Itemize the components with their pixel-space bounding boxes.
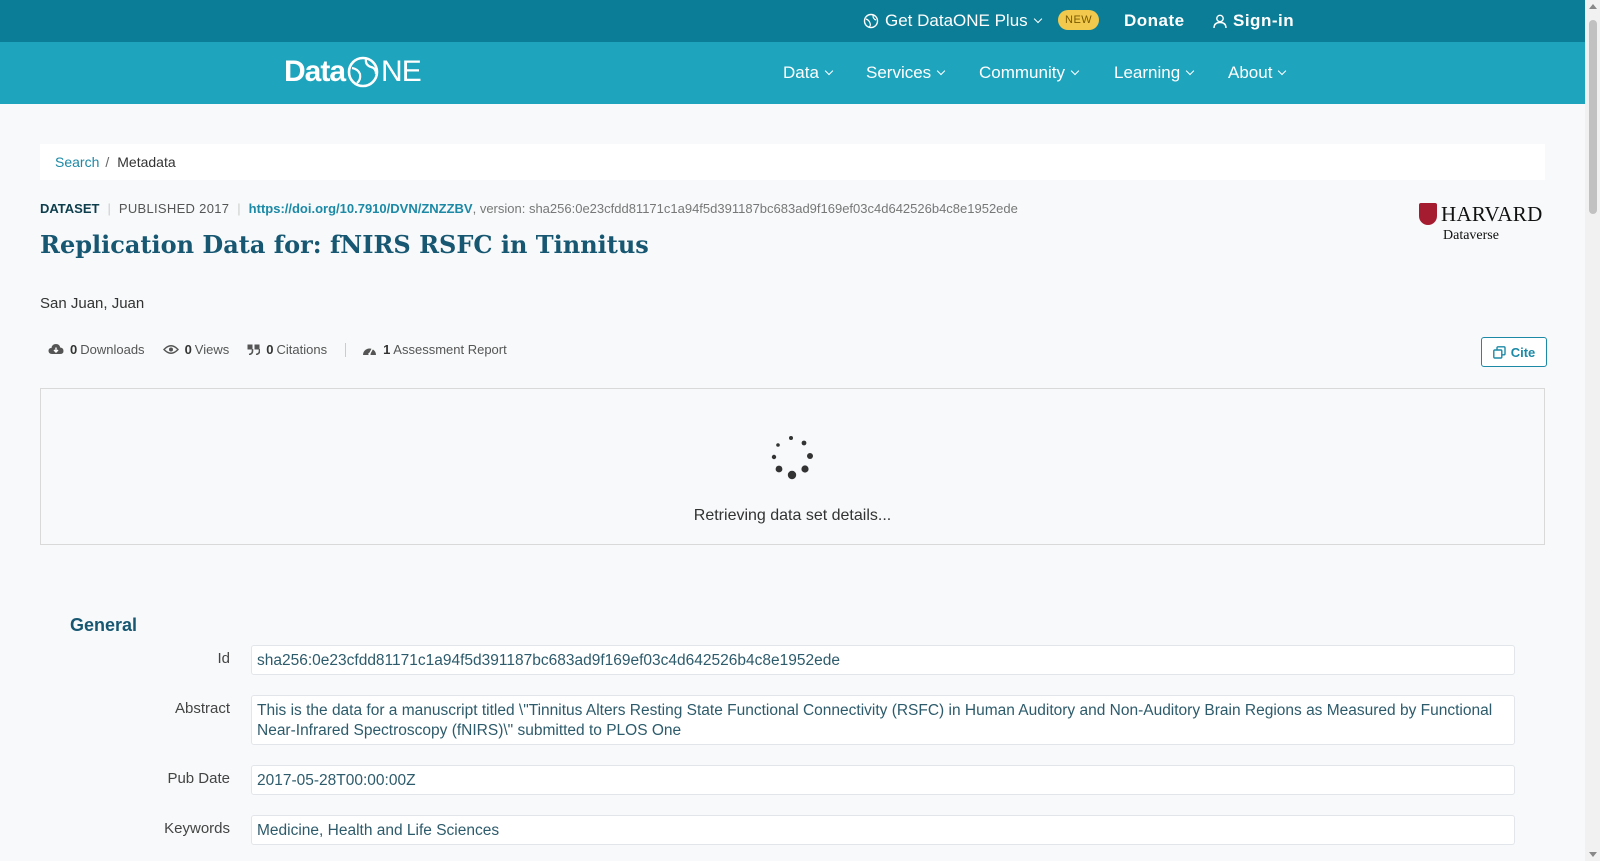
breadcrumb-search-link[interactable]: Search xyxy=(55,154,99,170)
eye-icon xyxy=(162,345,179,354)
keywords-label: Keywords xyxy=(164,820,230,837)
id-value: sha256:0e23cfdd81171c1a94f5d391187bc683a… xyxy=(251,645,1515,675)
page-title: Replication Data for: fNIRS RSFC in Tinn… xyxy=(40,230,649,259)
nav-label: Data xyxy=(783,63,819,82)
downloads-label: Downloads xyxy=(80,342,145,357)
metrics-row: 0 Downloads 0 Views 0 Citations 1 Assess… xyxy=(48,342,525,357)
assessment-label: Assessment Report xyxy=(393,342,507,357)
views-count: 0 xyxy=(184,342,192,357)
get-dataone-plus-label: Get DataONE Plus xyxy=(885,11,1028,30)
donate-link[interactable]: Donate xyxy=(1124,0,1185,42)
cite-button[interactable]: Cite xyxy=(1481,337,1547,367)
logo-text-data: Data xyxy=(284,55,346,88)
downloads-metric[interactable]: 0 Downloads xyxy=(48,342,145,357)
nav-item-data[interactable]: Data xyxy=(783,42,834,104)
nav-item-about[interactable]: About xyxy=(1228,42,1287,104)
cite-label: Cite xyxy=(1510,344,1536,360)
nav-label: About xyxy=(1228,63,1273,82)
pub-date-label: Pub Date xyxy=(167,770,230,787)
globe-plus-icon xyxy=(863,13,879,29)
divider: | xyxy=(237,200,241,216)
harvard-dataverse-logo[interactable]: HARVARD Dataverse xyxy=(1419,202,1545,245)
published-year: PUBLISHED 2017 xyxy=(118,200,230,216)
loading-text: Retrieving data set details... xyxy=(693,507,892,524)
chevron-down-icon xyxy=(1185,66,1195,76)
user-icon xyxy=(1213,14,1227,28)
nav-label: Community xyxy=(979,63,1065,82)
harvard-shield-icon xyxy=(1419,203,1437,225)
nav-item-services[interactable]: Services xyxy=(866,42,946,104)
logo-text-ne: NE xyxy=(381,55,422,88)
scroll-down-arrow-icon[interactable] xyxy=(1589,852,1597,857)
keywords-value: Medicine, Health and Life Sciences xyxy=(251,815,1515,845)
nav-label: Services xyxy=(866,63,932,82)
chevron-down-icon xyxy=(1070,66,1080,76)
scroll-up-arrow-icon[interactable] xyxy=(1589,4,1597,9)
breadcrumb-separator: / xyxy=(105,154,110,170)
quote-icon xyxy=(247,344,261,355)
gauge-icon xyxy=(363,347,377,355)
citations-label: Citations xyxy=(276,342,328,357)
breadcrumb: Search / Metadata xyxy=(40,144,1545,180)
id-label: Id xyxy=(217,650,230,667)
nav-item-learning[interactable]: Learning xyxy=(1114,42,1195,104)
chevron-down-icon xyxy=(1033,14,1042,24)
divider: | xyxy=(107,200,111,216)
sign-in-link[interactable]: Sign-in xyxy=(1213,0,1294,42)
dataset-meta-line: DATASET | PUBLISHED 2017 | https://doi.o… xyxy=(40,199,1018,217)
page-scrollbar[interactable] xyxy=(1585,0,1600,861)
chevron-down-icon xyxy=(936,66,946,76)
downloads-count: 0 xyxy=(70,342,78,357)
copy-icon xyxy=(1492,345,1506,359)
divider xyxy=(345,342,347,357)
repository-name: HARVARD xyxy=(1441,202,1543,226)
version-text: , version: sha256:0e23cfdd81171c1a94f5d3… xyxy=(472,200,1018,216)
repository-sub: Dataverse xyxy=(1443,228,1499,243)
views-label: Views xyxy=(194,342,230,357)
sign-in-label: Sign-in xyxy=(1233,11,1295,30)
pub-date-value: 2017-05-28T00:00:00Z xyxy=(251,765,1515,795)
scrollbar-thumb[interactable] xyxy=(1589,20,1597,214)
assessment-count: 1 xyxy=(383,342,391,357)
general-section-title: General xyxy=(70,615,138,635)
dataone-logo[interactable]: Data NE xyxy=(284,54,422,90)
views-metric[interactable]: 0 Views xyxy=(162,342,230,357)
citations-count: 0 xyxy=(266,342,274,357)
nav-item-community[interactable]: Community xyxy=(979,42,1080,104)
abstract-label: Abstract xyxy=(174,700,230,717)
loading-spinner-icon xyxy=(771,436,813,480)
assessment-report-metric[interactable]: 1 Assessment Report xyxy=(362,342,507,357)
get-dataone-plus-menu[interactable]: Get DataONE Plus xyxy=(863,0,1042,42)
doi-link[interactable]: https://doi.org/10.7910/DVN/ZNZZBV xyxy=(249,201,473,216)
breadcrumb-current: Metadata xyxy=(117,154,176,170)
new-badge: NEW xyxy=(1058,10,1100,30)
chevron-down-icon xyxy=(1278,66,1287,76)
globe-logo-icon xyxy=(347,56,379,88)
main-navbar: Data NE Data Services Community Learning… xyxy=(0,42,1585,104)
cloud-download-icon xyxy=(48,344,64,354)
chevron-down-icon xyxy=(824,66,834,76)
nav-label: Learning xyxy=(1114,63,1181,82)
abstract-value: This is the data for a manuscript titled… xyxy=(251,695,1515,745)
top-utility-bar: Get DataONE Plus NEW Donate Sign-in xyxy=(0,0,1585,42)
author-link[interactable]: San Juan, Juan xyxy=(40,295,144,312)
loading-panel: Retrieving data set details... xyxy=(40,388,1545,545)
dataset-type: DATASET xyxy=(40,200,100,216)
citations-metric[interactable]: 0 Citations xyxy=(247,342,327,357)
